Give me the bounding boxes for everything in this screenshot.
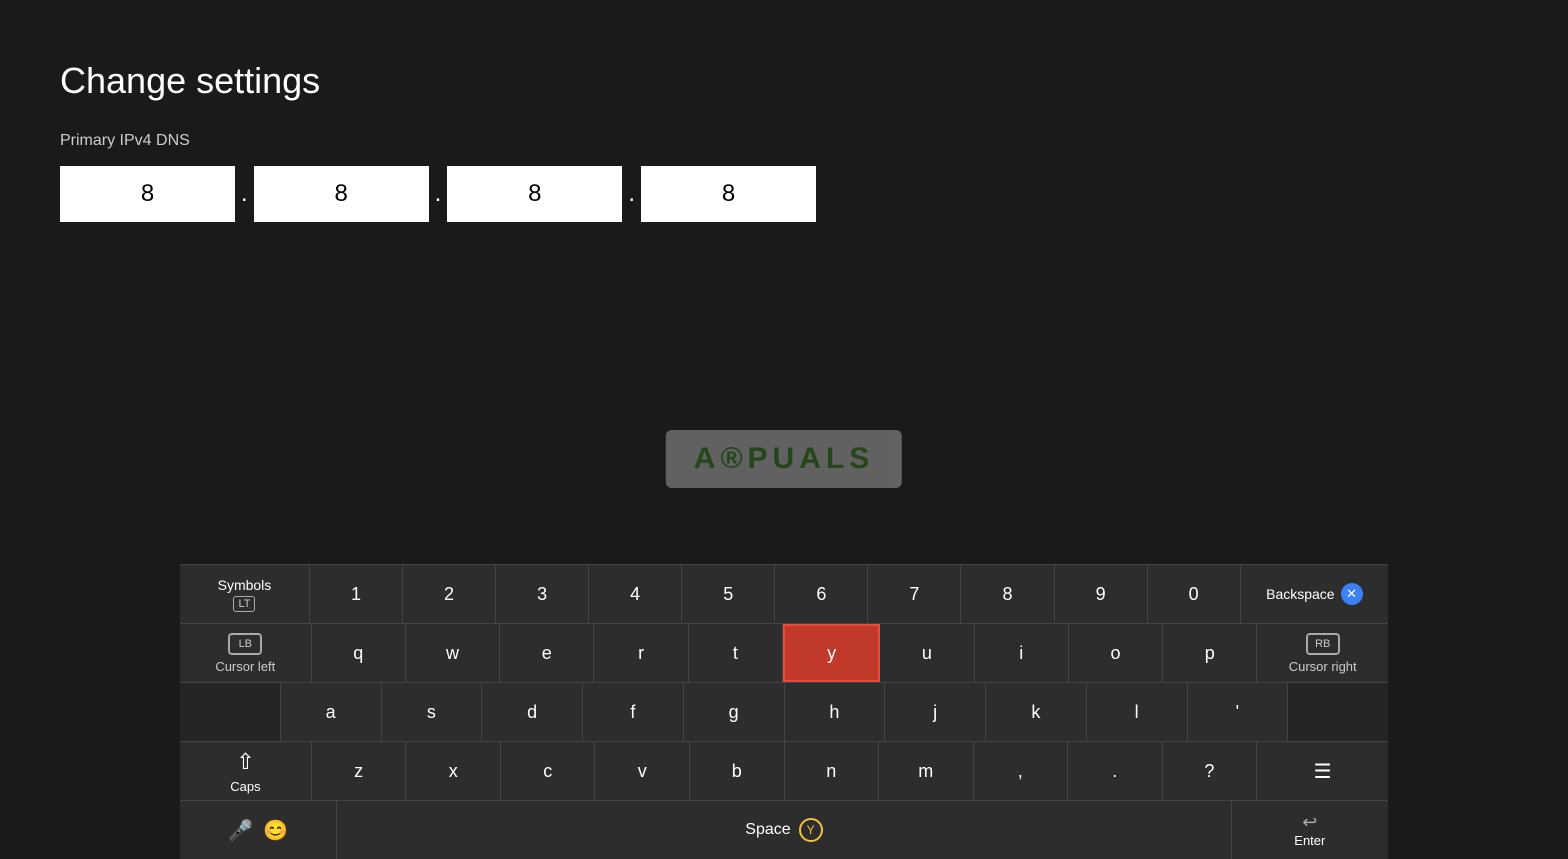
key-o[interactable]: o	[1069, 624, 1163, 682]
key-g[interactable]: g	[684, 683, 785, 741]
key-1[interactable]: 1	[310, 565, 403, 623]
key-3[interactable]: 3	[496, 565, 589, 623]
key-caps[interactable]: ⇧ Caps	[180, 742, 312, 800]
key-cursor-right[interactable]: RB Cursor right	[1257, 624, 1388, 682]
key-p[interactable]: p	[1163, 624, 1257, 682]
key-8[interactable]: 8	[961, 565, 1054, 623]
key-v[interactable]: v	[595, 742, 690, 800]
key-empty-left	[180, 683, 281, 741]
dns-label: Primary IPv4 DNS	[60, 132, 1508, 150]
key-k[interactable]: k	[986, 683, 1087, 741]
dns-octet-3[interactable]	[447, 166, 622, 222]
key-0[interactable]: 0	[1148, 565, 1241, 623]
key-l[interactable]: l	[1087, 683, 1188, 741]
key-enter-bottom[interactable]: ↩ Enter	[1232, 801, 1388, 859]
key-empty-right	[1288, 683, 1388, 741]
key-u[interactable]: u	[880, 624, 974, 682]
key-n[interactable]: n	[785, 742, 880, 800]
key-z[interactable]: z	[312, 742, 407, 800]
emoji-icon: 😊	[263, 818, 288, 843]
mic-icon: 🎤	[228, 818, 253, 843]
top-section: Change settings Primary IPv4 DNS . . .	[0, 0, 1568, 262]
dns-dot-3: .	[628, 180, 635, 208]
lb-badge: LB	[228, 633, 262, 655]
dns-octet-2[interactable]	[254, 166, 429, 222]
space-label: Space	[745, 821, 790, 839]
key-symbols[interactable]: Symbols LT	[180, 565, 310, 623]
key-d[interactable]: d	[482, 683, 583, 741]
key-t[interactable]: t	[689, 624, 783, 682]
key-comma[interactable]: ,	[974, 742, 1069, 800]
dns-octet-1[interactable]	[60, 166, 235, 222]
symbols-label: Symbols	[218, 577, 272, 593]
enter-icon: ☰	[1314, 759, 1332, 784]
watermark: A®PUALS	[666, 430, 902, 488]
key-a[interactable]: a	[281, 683, 382, 741]
key-q[interactable]: q	[312, 624, 406, 682]
key-x[interactable]: x	[406, 742, 501, 800]
key-c[interactable]: c	[501, 742, 596, 800]
cursor-right-label: Cursor right	[1289, 659, 1357, 674]
key-enter[interactable]: ☰	[1257, 742, 1388, 800]
keyboard-row-qwerty: LB Cursor left q w e r t y u i o p RB Cu…	[180, 624, 1388, 683]
key-mic-emoji[interactable]: 🎤 😊	[180, 801, 337, 859]
keyboard-row-numbers: Symbols LT 1 2 3 4 5 6 7 8 9 0 Backspace…	[180, 565, 1388, 624]
key-6[interactable]: 6	[775, 565, 868, 623]
key-f[interactable]: f	[583, 683, 684, 741]
caps-icon: ⇧	[236, 749, 254, 775]
keyboard-row-zxcv: ⇧ Caps z x c v b n m , . ? ☰	[180, 742, 1388, 801]
keyboard-container: Symbols LT 1 2 3 4 5 6 7 8 9 0 Backspace…	[180, 564, 1388, 859]
dns-dot-1: .	[241, 180, 248, 208]
keyboard-row-asdf: a s d f g h j k l '	[180, 683, 1388, 742]
enter-bottom-label: Enter	[1294, 833, 1325, 848]
key-h[interactable]: h	[785, 683, 886, 741]
page-title: Change settings	[60, 60, 1508, 102]
key-7[interactable]: 7	[868, 565, 961, 623]
key-2[interactable]: 2	[403, 565, 496, 623]
key-backspace[interactable]: Backspace ✕	[1241, 565, 1388, 623]
key-i[interactable]: i	[975, 624, 1069, 682]
y-badge: Y	[799, 818, 823, 842]
backspace-x-badge: ✕	[1341, 583, 1363, 605]
key-4[interactable]: 4	[589, 565, 682, 623]
key-question[interactable]: ?	[1163, 742, 1258, 800]
key-r[interactable]: r	[594, 624, 688, 682]
key-cursor-left[interactable]: LB Cursor left	[180, 624, 312, 682]
key-w[interactable]: w	[406, 624, 500, 682]
backspace-label: Backspace	[1266, 586, 1334, 602]
dns-inputs: . . .	[60, 166, 1508, 222]
key-space[interactable]: Space Y	[337, 801, 1231, 859]
enter-bottom-icon: ↩	[1302, 812, 1317, 833]
dns-dot-2: .	[435, 180, 442, 208]
key-5[interactable]: 5	[682, 565, 775, 623]
key-m[interactable]: m	[879, 742, 974, 800]
key-s[interactable]: s	[382, 683, 483, 741]
watermark-text: A®PUALS	[694, 442, 874, 475]
key-y[interactable]: y	[783, 624, 880, 682]
key-9[interactable]: 9	[1055, 565, 1148, 623]
key-period[interactable]: .	[1068, 742, 1163, 800]
key-j[interactable]: j	[885, 683, 986, 741]
cursor-left-label: Cursor left	[215, 659, 275, 674]
keyboard-row-bottom: 🎤 😊 Space Y ↩ Enter	[180, 801, 1388, 859]
rb-badge: RB	[1306, 633, 1340, 655]
key-b[interactable]: b	[690, 742, 785, 800]
lt-badge: LT	[233, 596, 255, 612]
caps-label: Caps	[230, 779, 260, 794]
dns-octet-4[interactable]	[641, 166, 816, 222]
key-apostrophe[interactable]: '	[1188, 683, 1289, 741]
key-e[interactable]: e	[500, 624, 594, 682]
